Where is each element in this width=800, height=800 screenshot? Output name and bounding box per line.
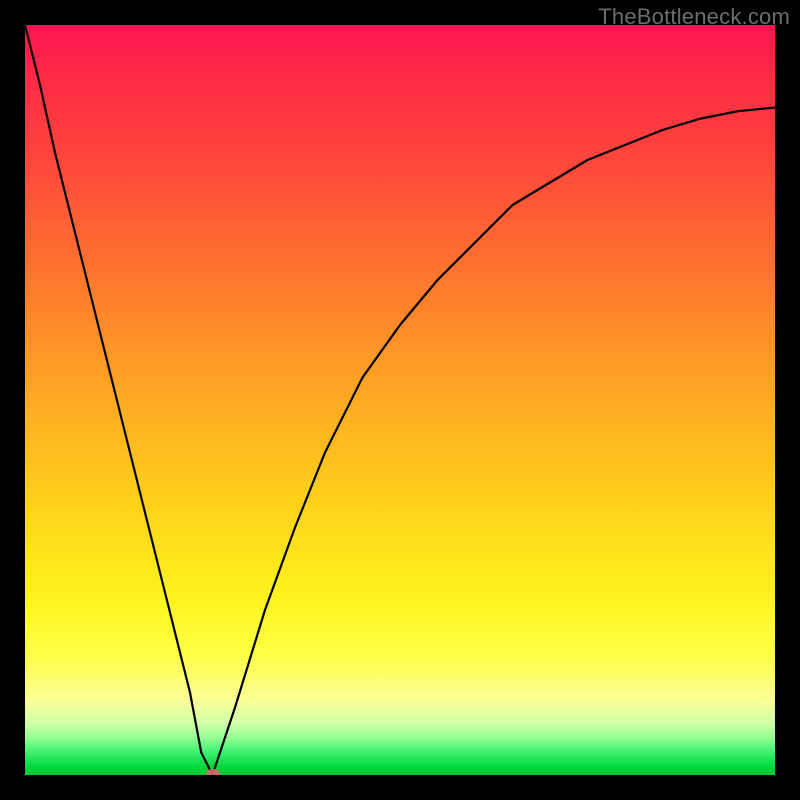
watermark-text: TheBottleneck.com <box>598 4 790 30</box>
min-marker <box>206 769 220 775</box>
curve-layer <box>25 25 775 775</box>
chart-stage: TheBottleneck.com <box>0 0 800 800</box>
plot-area <box>25 25 775 775</box>
bottleneck-curve <box>25 25 775 775</box>
